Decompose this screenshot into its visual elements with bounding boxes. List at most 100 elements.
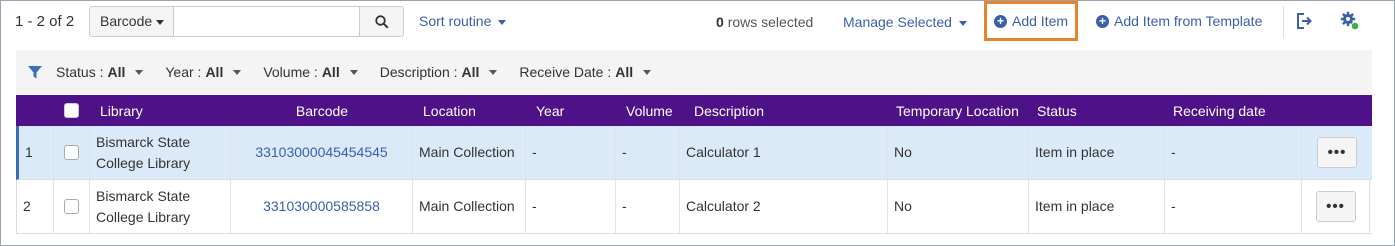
select-all-checkbox[interactable]: [64, 103, 79, 118]
row-number: 2: [17, 180, 54, 233]
cell-location: Main Collection: [413, 126, 526, 179]
cell-year: -: [526, 126, 616, 179]
add-item-button[interactable]: + Add Item: [984, 1, 1078, 41]
filter-value: All: [107, 64, 126, 80]
header-description[interactable]: Description: [680, 95, 888, 126]
table-row[interactable]: 1 Bismarck State College Library 3310300…: [16, 126, 1372, 180]
chevron-down-icon: [135, 69, 144, 75]
sort-routine-dropdown[interactable]: Sort routine: [419, 13, 507, 29]
filter-value: All: [321, 64, 340, 80]
search-button[interactable]: [359, 6, 404, 37]
toolbar-divider: [1283, 6, 1284, 38]
header-select-all[interactable]: [54, 95, 90, 126]
sort-routine-label: Sort routine: [419, 13, 492, 29]
filter-year[interactable]: Year : All: [165, 64, 242, 80]
search-icon: [374, 14, 389, 29]
settings-button[interactable]: [1340, 11, 1360, 31]
filter-value: All: [461, 64, 480, 80]
cell-location: Main Collection: [413, 180, 526, 233]
header-year[interactable]: Year: [526, 95, 616, 126]
chevron-down-icon: [498, 19, 507, 25]
plus-circle-icon: +: [993, 14, 1007, 28]
filter-label: Year :: [165, 64, 202, 80]
row-actions-button[interactable]: •••: [1315, 191, 1356, 222]
cell-status: Item in place: [1029, 126, 1165, 179]
chevron-down-icon: [958, 20, 967, 26]
header-location[interactable]: Location: [413, 95, 526, 126]
cell-temporary-location: No: [888, 126, 1029, 179]
filter-label: Receive Date :: [519, 64, 612, 80]
table-row[interactable]: 2 Bismarck State College Library 3310300…: [16, 180, 1372, 234]
filter-description[interactable]: Description : All: [380, 64, 498, 80]
filter-receive-date[interactable]: Receive Date : All: [519, 64, 652, 80]
table-header: Library Barcode Location Year Volume Des…: [16, 95, 1372, 126]
toolbar: 1 - 2 of 2 Barcode Sort routine 0 rows s…: [0, 0, 1395, 44]
cell-receiving-date: -: [1165, 180, 1302, 233]
filter-value: All: [205, 64, 224, 80]
cell-receiving-date: -: [1165, 126, 1302, 179]
filter-volume[interactable]: Volume : All: [263, 64, 358, 80]
row-number: 1: [19, 126, 54, 179]
cell-volume: -: [616, 126, 680, 179]
search-input[interactable]: [174, 6, 359, 37]
items-table: Library Barcode Location Year Volume Des…: [16, 95, 1372, 234]
chevron-down-icon: [489, 69, 498, 75]
manage-selected-dropdown[interactable]: Manage Selected: [843, 14, 967, 30]
row-checkbox[interactable]: [64, 145, 79, 160]
filter-label: Volume :: [263, 64, 318, 80]
header-volume[interactable]: Volume: [616, 95, 680, 126]
search-type-label: Barcode: [100, 13, 153, 29]
barcode-link[interactable]: 33103000045454545: [255, 142, 387, 163]
filter-bar: Status : All Year : All Volume : All Descri…: [16, 50, 1372, 94]
header-actions: [1302, 95, 1372, 126]
barcode-link[interactable]: 331030000585858: [263, 196, 380, 217]
filter-icon: [28, 65, 42, 79]
more-icon: •••: [1326, 198, 1345, 215]
result-count: 1 - 2 of 2: [15, 13, 75, 30]
cell-barcode: 331030000585858: [231, 180, 413, 233]
row-select-cell: [54, 126, 90, 179]
row-checkbox[interactable]: [64, 199, 79, 214]
filter-status[interactable]: Status : All: [56, 64, 144, 80]
chevron-down-icon: [349, 69, 358, 75]
filter-label: Description :: [379, 64, 458, 80]
header-status[interactable]: Status: [1029, 95, 1165, 126]
cell-description: Calculator 1: [680, 126, 888, 179]
cell-description: Calculator 2: [680, 180, 888, 233]
cell-volume: -: [616, 180, 680, 233]
plus-circle-icon: +: [1096, 14, 1109, 28]
cell-year: -: [526, 180, 616, 233]
chevron-down-icon: [233, 69, 242, 75]
row-select-cell: [54, 180, 90, 233]
add-item-label: Add Item: [1011, 13, 1069, 29]
filter-label: Status :: [56, 64, 104, 80]
add-item-from-template-label: Add Item from Template: [1114, 13, 1263, 29]
cell-library: Bismarck State College Library: [90, 180, 231, 233]
header-row-number: [16, 95, 54, 126]
manage-selected-label: Manage Selected: [843, 14, 952, 30]
more-icon: •••: [1327, 144, 1347, 161]
cell-actions: •••: [1302, 126, 1372, 179]
chevron-down-icon: [156, 19, 165, 25]
gear-icon: [1340, 11, 1360, 31]
search-group: Barcode: [89, 6, 404, 37]
row-actions-button[interactable]: •••: [1317, 137, 1357, 168]
cell-library: Bismarck State College Library: [90, 126, 231, 179]
rows-selected-text: rows selected: [727, 14, 814, 30]
header-library[interactable]: Library: [90, 95, 231, 126]
cell-actions: •••: [1302, 180, 1370, 233]
export-icon: [1297, 13, 1312, 29]
cell-temporary-location: No: [888, 180, 1029, 233]
filter-value: All: [615, 64, 634, 80]
add-item-from-template-button[interactable]: + Add Item from Template: [1096, 13, 1262, 29]
header-receiving-date[interactable]: Receiving date: [1165, 95, 1302, 126]
search-type-dropdown[interactable]: Barcode: [89, 6, 174, 37]
header-barcode[interactable]: Barcode: [231, 95, 413, 126]
header-temporary-location[interactable]: Temporary Location: [888, 95, 1029, 126]
rows-selected-count: 0: [716, 14, 724, 30]
export-button[interactable]: [1294, 11, 1314, 31]
cell-status: Item in place: [1029, 180, 1165, 233]
cell-barcode: 33103000045454545: [231, 126, 413, 179]
rows-selected-status: 0 rows selected: [716, 14, 813, 30]
chevron-down-icon: [643, 69, 652, 75]
